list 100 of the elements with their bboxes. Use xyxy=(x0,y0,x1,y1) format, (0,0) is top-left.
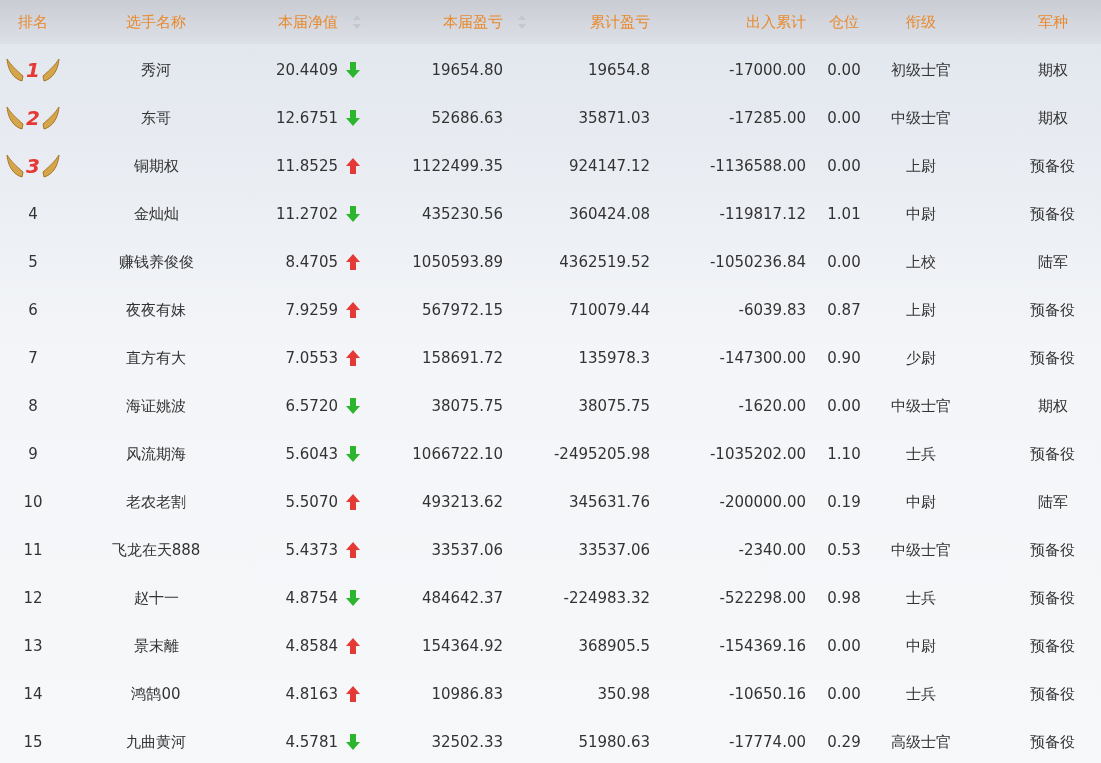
position-value: 0.00 xyxy=(827,157,861,175)
cash-flow: -2340.00 xyxy=(738,541,806,559)
cumulative-pnl: 924147.12 xyxy=(568,157,650,175)
net-value: 6.5720 xyxy=(285,397,338,415)
player-name: 秀河 xyxy=(141,60,171,80)
period-pnl: 10986.83 xyxy=(431,685,503,703)
net-value: 12.6751 xyxy=(275,109,338,127)
cumulative-pnl: -224983.32 xyxy=(563,589,650,607)
net-value: 7.9259 xyxy=(285,301,338,319)
branch-name: 期权 xyxy=(1037,108,1068,128)
rank-title: 中级士官 xyxy=(891,540,951,560)
position-value: 0.00 xyxy=(827,685,861,703)
column-header[interactable]: 军种 xyxy=(1037,12,1068,32)
period-pnl: 435230.56 xyxy=(421,205,503,223)
rank-number: 13 xyxy=(23,637,43,655)
column-header[interactable]: 衔级 xyxy=(906,12,936,32)
rank-title: 中级士官 xyxy=(891,108,951,128)
net-value: 5.5070 xyxy=(285,493,338,511)
rank-number: 11 xyxy=(23,541,43,559)
column-header[interactable]: 本届净值 xyxy=(278,12,362,32)
column-header[interactable]: 累计盈亏 xyxy=(590,12,650,32)
position-value: 0.29 xyxy=(827,733,861,751)
cumulative-pnl: 368905.5 xyxy=(578,637,650,655)
cumulative-pnl: 38075.75 xyxy=(578,397,650,415)
net-value: 11.8525 xyxy=(275,157,338,175)
cumulative-pnl: -2495205.98 xyxy=(553,445,650,463)
rank-number: 6 xyxy=(28,301,38,319)
rank-title: 中尉 xyxy=(906,492,936,512)
cash-flow: -1136588.00 xyxy=(709,157,806,175)
column-header[interactable]: 本届盈亏 xyxy=(443,12,527,32)
period-pnl: 484642.37 xyxy=(421,589,503,607)
period-pnl: 1122499.35 xyxy=(412,157,503,175)
position-value: 0.00 xyxy=(827,109,861,127)
wing-icon xyxy=(6,57,25,83)
branch-name: 预备役 xyxy=(1030,588,1075,608)
wing-icon xyxy=(6,105,25,131)
branch-name: 预备役 xyxy=(1030,636,1075,656)
period-pnl: 52686.63 xyxy=(431,109,503,127)
net-value: 5.6043 xyxy=(285,445,338,463)
column-header[interactable]: 选手名称 xyxy=(126,12,186,32)
rank-title: 上尉 xyxy=(906,300,936,320)
rank-title: 上尉 xyxy=(906,156,936,176)
cash-flow: -1050236.84 xyxy=(709,253,806,271)
rank-number: 14 xyxy=(23,685,43,703)
wing-icon xyxy=(41,57,60,83)
cash-flow: -147300.00 xyxy=(719,349,806,367)
branch-name: 期权 xyxy=(1037,396,1068,416)
rank-number: 4 xyxy=(28,205,38,223)
player-name: 夜夜有妹 xyxy=(126,300,186,320)
rank-title: 士兵 xyxy=(906,684,936,704)
rank-title: 士兵 xyxy=(906,444,936,464)
rank-title: 少尉 xyxy=(906,348,936,368)
rank-number: 10 xyxy=(23,493,43,511)
net-value: 4.8584 xyxy=(285,637,338,655)
period-pnl: 567972.15 xyxy=(421,301,503,319)
position-value: 0.87 xyxy=(827,301,861,319)
player-name: 直方有大 xyxy=(126,348,186,368)
player-name: 铜期权 xyxy=(133,156,179,176)
player-name: 老农老割 xyxy=(126,492,186,512)
rank-number: 5 xyxy=(28,253,38,271)
cash-flow: -17000.00 xyxy=(729,61,806,79)
position-value: 0.00 xyxy=(827,61,861,79)
period-pnl: 33537.06 xyxy=(431,541,503,559)
wing-icon xyxy=(41,153,60,179)
player-name: 赵十一 xyxy=(133,588,179,608)
rank-title: 中级士官 xyxy=(891,396,951,416)
cash-flow: -119817.12 xyxy=(719,205,806,223)
position-value: 0.98 xyxy=(827,589,861,607)
rank-number: 1 xyxy=(26,58,40,82)
rank-number: 9 xyxy=(28,445,38,463)
column-header[interactable]: 仓位 xyxy=(829,12,859,32)
column-header[interactable]: 排名 xyxy=(18,12,48,32)
player-name: 风流期海 xyxy=(126,444,186,464)
position-value: 0.90 xyxy=(827,349,861,367)
period-pnl: 158691.72 xyxy=(421,349,503,367)
net-value: 5.4373 xyxy=(285,541,338,559)
position-value: 1.10 xyxy=(827,445,861,463)
position-value: 0.00 xyxy=(827,397,861,415)
period-pnl: 1066722.10 xyxy=(412,445,503,463)
player-name: 东哥 xyxy=(141,108,171,128)
cash-flow: -10650.16 xyxy=(729,685,806,703)
rank-number: 8 xyxy=(28,397,38,415)
cumulative-pnl: 360424.08 xyxy=(568,205,650,223)
period-pnl: 1050593.89 xyxy=(412,253,503,271)
period-pnl: 38075.75 xyxy=(431,397,503,415)
cumulative-pnl: 710079.44 xyxy=(568,301,650,319)
period-pnl: 154364.92 xyxy=(421,637,503,655)
position-value: 0.19 xyxy=(827,493,861,511)
branch-name: 预备役 xyxy=(1030,732,1075,752)
period-pnl: 32502.33 xyxy=(431,733,503,751)
column-header[interactable]: 出入累计 xyxy=(746,12,806,32)
rank-number: 15 xyxy=(23,733,43,751)
cash-flow: -17774.00 xyxy=(729,733,806,751)
cash-flow: -1620.00 xyxy=(738,397,806,415)
branch-name: 预备役 xyxy=(1030,444,1075,464)
player-name: 赚钱养俊俊 xyxy=(118,252,194,272)
net-value: 4.8754 xyxy=(285,589,338,607)
branch-name: 预备役 xyxy=(1030,300,1075,320)
rank-number: 3 xyxy=(26,154,40,178)
net-value: 4.8163 xyxy=(285,685,338,703)
